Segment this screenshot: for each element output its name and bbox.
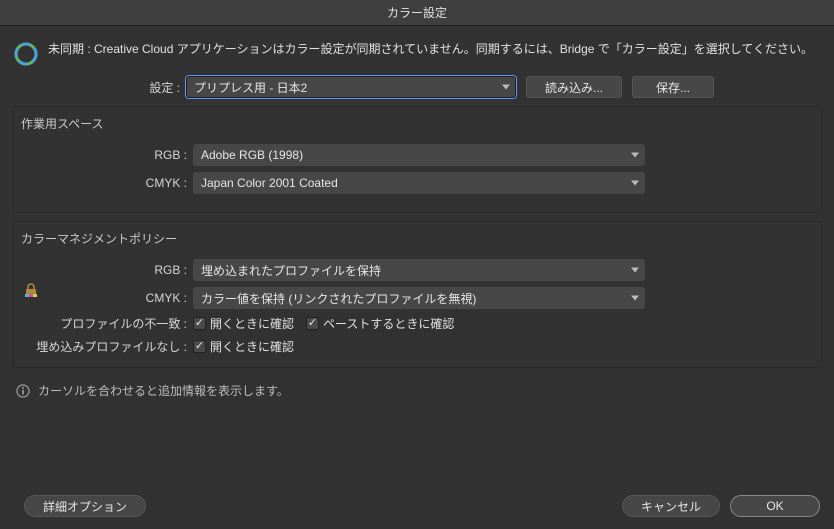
working-spaces-title: 作業用スペース: [21, 115, 813, 138]
color-management-policy-section: カラーマネジメントポリシー RGB : 埋め込まれたプロファイルを保持 CMYK…: [12, 221, 822, 368]
settings-label: 設定 :: [0, 79, 186, 96]
cancel-button-label: キャンセル: [641, 498, 701, 515]
policy-rgb-value: 埋め込まれたプロファイルを保持: [201, 262, 381, 279]
workspace-rgb-value: Adobe RGB (1998): [201, 148, 303, 162]
load-button-label: 読み込み...: [545, 79, 603, 96]
mismatch-paste-label: ペーストするときに確認: [323, 315, 454, 332]
chevron-down-icon: [631, 153, 639, 158]
ok-button[interactable]: OK: [730, 495, 820, 517]
missing-open-checkbox[interactable]: [193, 340, 206, 353]
chevron-down-icon: [631, 268, 639, 273]
mismatch-paste-checkbox[interactable]: [306, 317, 319, 330]
chevron-down-icon: [631, 296, 639, 301]
workspace-rgb-select[interactable]: Adobe RGB (1998): [193, 144, 645, 166]
mismatch-open-checkbox[interactable]: [193, 317, 206, 330]
dialog-footer: 詳細オプション キャンセル OK: [0, 495, 834, 517]
policy-cmyk-label: CMYK :: [21, 291, 193, 305]
policy-cmyk-value: カラー値を保持 (リンクされたプロファイルを無視): [201, 290, 476, 307]
workspace-rgb-label: RGB :: [21, 148, 193, 162]
settings-preset-value: プリプレス用 - 日本2: [194, 79, 307, 96]
policy-title: カラーマネジメントポリシー: [21, 230, 813, 253]
save-button-label: 保存...: [656, 79, 690, 96]
workspace-cmyk-label: CMYK :: [21, 176, 193, 190]
policy-rgb-select[interactable]: 埋め込まれたプロファイルを保持: [193, 259, 645, 281]
workspace-cmyk-select[interactable]: Japan Color 2001 Coated: [193, 172, 645, 194]
missing-profile-label: 埋め込みプロファイルなし :: [21, 338, 193, 355]
load-button[interactable]: 読み込み...: [526, 76, 622, 98]
policy-rgb-label: RGB :: [21, 263, 193, 277]
cancel-button[interactable]: キャンセル: [622, 495, 720, 517]
ok-button-label: OK: [766, 499, 783, 513]
working-spaces-section: 作業用スペース RGB : Adobe RGB (1998) CMYK : Ja…: [12, 106, 822, 213]
info-icon: [16, 384, 30, 398]
cmyk-lock-icon: [23, 282, 39, 298]
dialog-titlebar: カラー設定: [0, 0, 834, 26]
settings-preset-select[interactable]: プリプレス用 - 日本2: [186, 76, 516, 98]
info-hint-text: カーソルを合わせると追加情報を表示します。: [38, 382, 289, 399]
sync-status-row: 未同期 : Creative Cloud アプリケーションはカラー設定が同期され…: [0, 26, 834, 76]
info-hint-row: カーソルを合わせると追加情報を表示します。: [0, 368, 834, 413]
dialog-title: カラー設定: [387, 4, 447, 21]
chevron-down-icon: [631, 181, 639, 186]
advanced-options-label: 詳細オプション: [43, 498, 127, 515]
save-button[interactable]: 保存...: [632, 76, 714, 98]
sync-status-text: 未同期 : Creative Cloud アプリケーションはカラー設定が同期され…: [48, 40, 813, 59]
profile-mismatch-label: プロファイルの不一致 :: [21, 315, 193, 332]
creative-cloud-unsynced-icon: [14, 42, 38, 66]
chevron-down-icon: [502, 85, 510, 90]
mismatch-open-label: 開くときに確認: [210, 315, 294, 332]
settings-preset-row: 設定 : プリプレス用 - 日本2 読み込み... 保存...: [0, 76, 822, 98]
policy-cmyk-select[interactable]: カラー値を保持 (リンクされたプロファイルを無視): [193, 287, 645, 309]
advanced-options-button[interactable]: 詳細オプション: [24, 495, 146, 517]
missing-open-label: 開くときに確認: [210, 338, 294, 355]
workspace-cmyk-value: Japan Color 2001 Coated: [201, 176, 338, 190]
